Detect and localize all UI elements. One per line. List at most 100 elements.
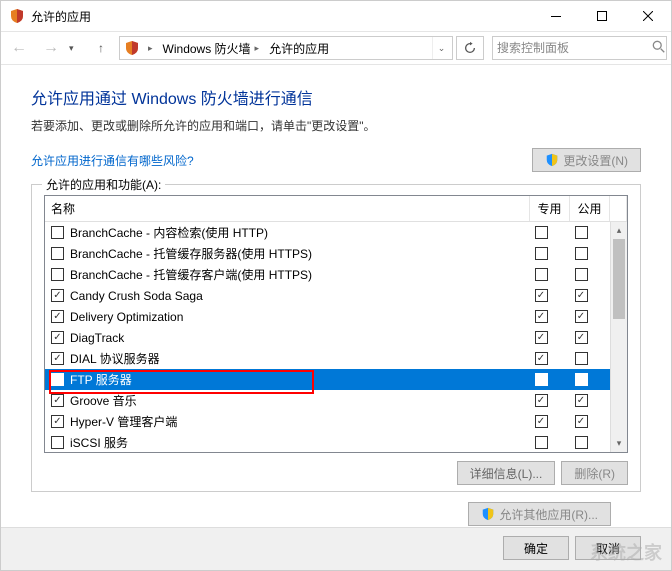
- public-checkbox[interactable]: [575, 373, 588, 386]
- col-private[interactable]: 专用: [530, 196, 570, 221]
- breadcrumb-item[interactable]: Windows 防火墙▸: [159, 38, 264, 59]
- dialog-actions: 确定 取消: [1, 527, 671, 570]
- navigation-bar: ← → ▾ ↑ ▸ Windows 防火墙▸ 允许的应用 ⌄: [1, 31, 671, 65]
- private-checkbox[interactable]: [535, 373, 548, 386]
- private-cell: [524, 247, 564, 260]
- scroll-track[interactable]: [611, 239, 627, 435]
- public-cell: [564, 352, 604, 365]
- private-checkbox[interactable]: [535, 436, 548, 449]
- address-dropdown[interactable]: ⌄: [432, 37, 450, 59]
- details-button[interactable]: 详细信息(L)...: [457, 461, 556, 485]
- breadcrumb-sep[interactable]: ▸: [144, 41, 157, 56]
- list-item[interactable]: DIAL 协议服务器: [45, 348, 627, 369]
- list-item[interactable]: DiagTrack: [45, 327, 627, 348]
- list-item[interactable]: BranchCache - 托管缓存服务器(使用 HTTPS): [45, 243, 627, 264]
- allow-other-button[interactable]: 允许其他应用(R)...: [468, 502, 611, 526]
- public-cell: [564, 310, 604, 323]
- col-scroll-spacer: [610, 196, 627, 221]
- private-checkbox[interactable]: [535, 268, 548, 281]
- public-cell: [564, 268, 604, 281]
- public-checkbox[interactable]: [575, 436, 588, 449]
- private-checkbox[interactable]: [535, 289, 548, 302]
- breadcrumb-item[interactable]: 允许的应用: [265, 38, 333, 59]
- refresh-button[interactable]: [456, 36, 484, 60]
- enable-checkbox[interactable]: [51, 226, 64, 239]
- private-cell: [524, 268, 564, 281]
- list-item[interactable]: BranchCache - 内容检索(使用 HTTP): [45, 222, 627, 243]
- nav-history-dropdown[interactable]: ▾: [69, 43, 83, 54]
- private-checkbox[interactable]: [535, 394, 548, 407]
- window-title: 允许的应用: [31, 8, 533, 25]
- ok-button[interactable]: 确定: [503, 536, 569, 560]
- maximize-button[interactable]: [579, 1, 625, 31]
- enable-checkbox[interactable]: [51, 415, 64, 428]
- private-checkbox[interactable]: [535, 415, 548, 428]
- risk-link[interactable]: 允许应用进行通信有哪些风险?: [31, 152, 532, 169]
- enable-checkbox[interactable]: [51, 310, 64, 323]
- shield-icon: [124, 40, 140, 56]
- list-item[interactable]: FTP 服务器: [45, 369, 627, 390]
- scroll-up-icon[interactable]: ▴: [611, 222, 627, 239]
- public-checkbox[interactable]: [575, 268, 588, 281]
- list-item[interactable]: iSCSI 服务: [45, 432, 627, 452]
- shield-icon: [9, 8, 25, 24]
- list-item[interactable]: Delivery Optimization: [45, 306, 627, 327]
- scroll-thumb[interactable]: [613, 239, 625, 319]
- col-public[interactable]: 公用: [570, 196, 610, 221]
- col-name[interactable]: 名称: [45, 196, 530, 221]
- public-checkbox[interactable]: [575, 310, 588, 323]
- public-checkbox[interactable]: [575, 352, 588, 365]
- list-header: 名称 专用 公用: [45, 196, 627, 222]
- scroll-down-icon[interactable]: ▾: [611, 435, 627, 452]
- enable-checkbox[interactable]: [51, 331, 64, 344]
- list-item[interactable]: Groove 音乐: [45, 390, 627, 411]
- up-button[interactable]: ↑: [87, 35, 115, 61]
- public-checkbox[interactable]: [575, 331, 588, 344]
- item-name: BranchCache - 内容检索(使用 HTTP): [70, 224, 524, 241]
- back-button[interactable]: ←: [5, 35, 33, 61]
- item-name: DiagTrack: [70, 331, 524, 345]
- remove-button[interactable]: 删除(R): [561, 461, 628, 485]
- shield-icon: [481, 507, 495, 521]
- close-button[interactable]: [625, 1, 671, 31]
- enable-checkbox[interactable]: [51, 352, 64, 365]
- public-checkbox[interactable]: [575, 394, 588, 407]
- private-cell: [524, 394, 564, 407]
- private-checkbox[interactable]: [535, 310, 548, 323]
- item-name: BranchCache - 托管缓存服务器(使用 HTTPS): [70, 245, 524, 262]
- address-bar[interactable]: ▸ Windows 防火墙▸ 允许的应用 ⌄: [119, 36, 453, 60]
- minimize-button[interactable]: [533, 1, 579, 31]
- vertical-scrollbar[interactable]: ▴ ▾: [610, 222, 627, 452]
- apps-listview[interactable]: 名称 专用 公用 BranchCache - 内容检索(使用 HTTP) Bran…: [44, 195, 628, 453]
- enable-checkbox[interactable]: [51, 436, 64, 449]
- item-name: DIAL 协议服务器: [70, 350, 524, 367]
- public-cell: [564, 394, 604, 407]
- public-cell: [564, 373, 604, 386]
- search-box[interactable]: [492, 36, 667, 60]
- cancel-button[interactable]: 取消: [575, 536, 641, 560]
- enable-checkbox[interactable]: [51, 268, 64, 281]
- forward-button[interactable]: →: [37, 35, 65, 61]
- search-input[interactable]: [497, 41, 652, 55]
- change-settings-button[interactable]: 更改设置(N): [532, 148, 641, 172]
- private-checkbox[interactable]: [535, 331, 548, 344]
- enable-checkbox[interactable]: [51, 247, 64, 260]
- search-icon: [652, 40, 666, 57]
- group-legend: 允许的应用和功能(A):: [42, 176, 165, 193]
- public-checkbox[interactable]: [575, 247, 588, 260]
- private-checkbox[interactable]: [535, 247, 548, 260]
- private-checkbox[interactable]: [535, 352, 548, 365]
- public-checkbox[interactable]: [575, 415, 588, 428]
- public-checkbox[interactable]: [575, 289, 588, 302]
- enable-checkbox[interactable]: [51, 289, 64, 302]
- private-checkbox[interactable]: [535, 226, 548, 239]
- public-checkbox[interactable]: [575, 226, 588, 239]
- list-item[interactable]: Candy Crush Soda Saga: [45, 285, 627, 306]
- list-item[interactable]: Hyper-V 管理客户端: [45, 411, 627, 432]
- list-item[interactable]: BranchCache - 托管缓存客户端(使用 HTTPS): [45, 264, 627, 285]
- item-name: iSCSI 服务: [70, 434, 524, 451]
- public-cell: [564, 247, 604, 260]
- page-heading: 允许应用通过 Windows 防火墙进行通信: [31, 85, 641, 109]
- enable-checkbox[interactable]: [51, 373, 64, 386]
- enable-checkbox[interactable]: [51, 394, 64, 407]
